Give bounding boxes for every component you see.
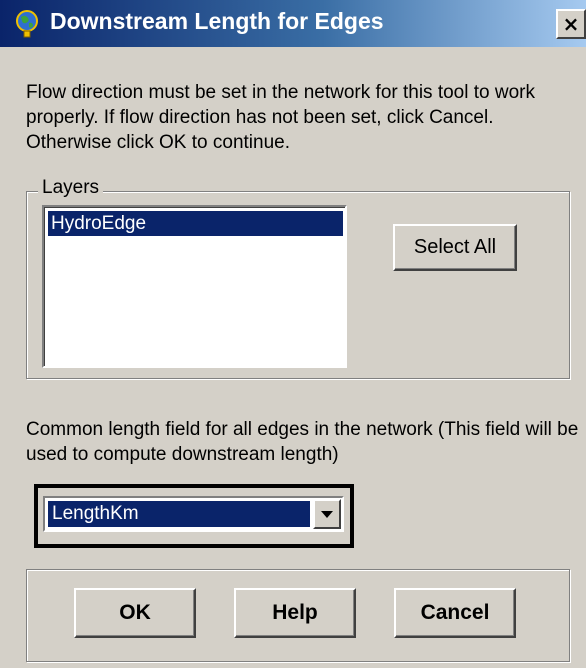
list-item-hydroedge[interactable]: HydroEdge — [48, 211, 343, 236]
chevron-down-icon — [321, 510, 333, 518]
layers-listbox[interactable]: HydroEdge — [42, 205, 347, 368]
dropdown-arrow-button[interactable] — [313, 499, 341, 529]
info-message: Flow direction must be set in the networ… — [26, 82, 535, 153]
layers-group-label: Layers — [38, 176, 104, 200]
ok-button[interactable]: OK — [74, 588, 196, 638]
close-icon: × — [562, 12, 580, 36]
dialog-window: Downstream Length for Edges × Flow direc… — [0, 0, 586, 668]
select-all-button[interactable]: Select All — [393, 224, 517, 271]
help-button[interactable]: Help — [234, 588, 356, 638]
length-field-dropdown[interactable]: LengthKm — [43, 496, 344, 532]
title-bar[interactable]: Downstream Length for Edges × — [0, 0, 586, 47]
cancel-button[interactable]: Cancel — [394, 588, 516, 638]
length-field-label: Common length field for all edges in the… — [26, 419, 579, 465]
dropdown-selected-value: LengthKm — [48, 501, 310, 527]
globe-icon — [16, 10, 38, 38]
dialog-title: Downstream Length for Edges — [50, 8, 384, 34]
close-button[interactable]: × — [556, 9, 586, 39]
